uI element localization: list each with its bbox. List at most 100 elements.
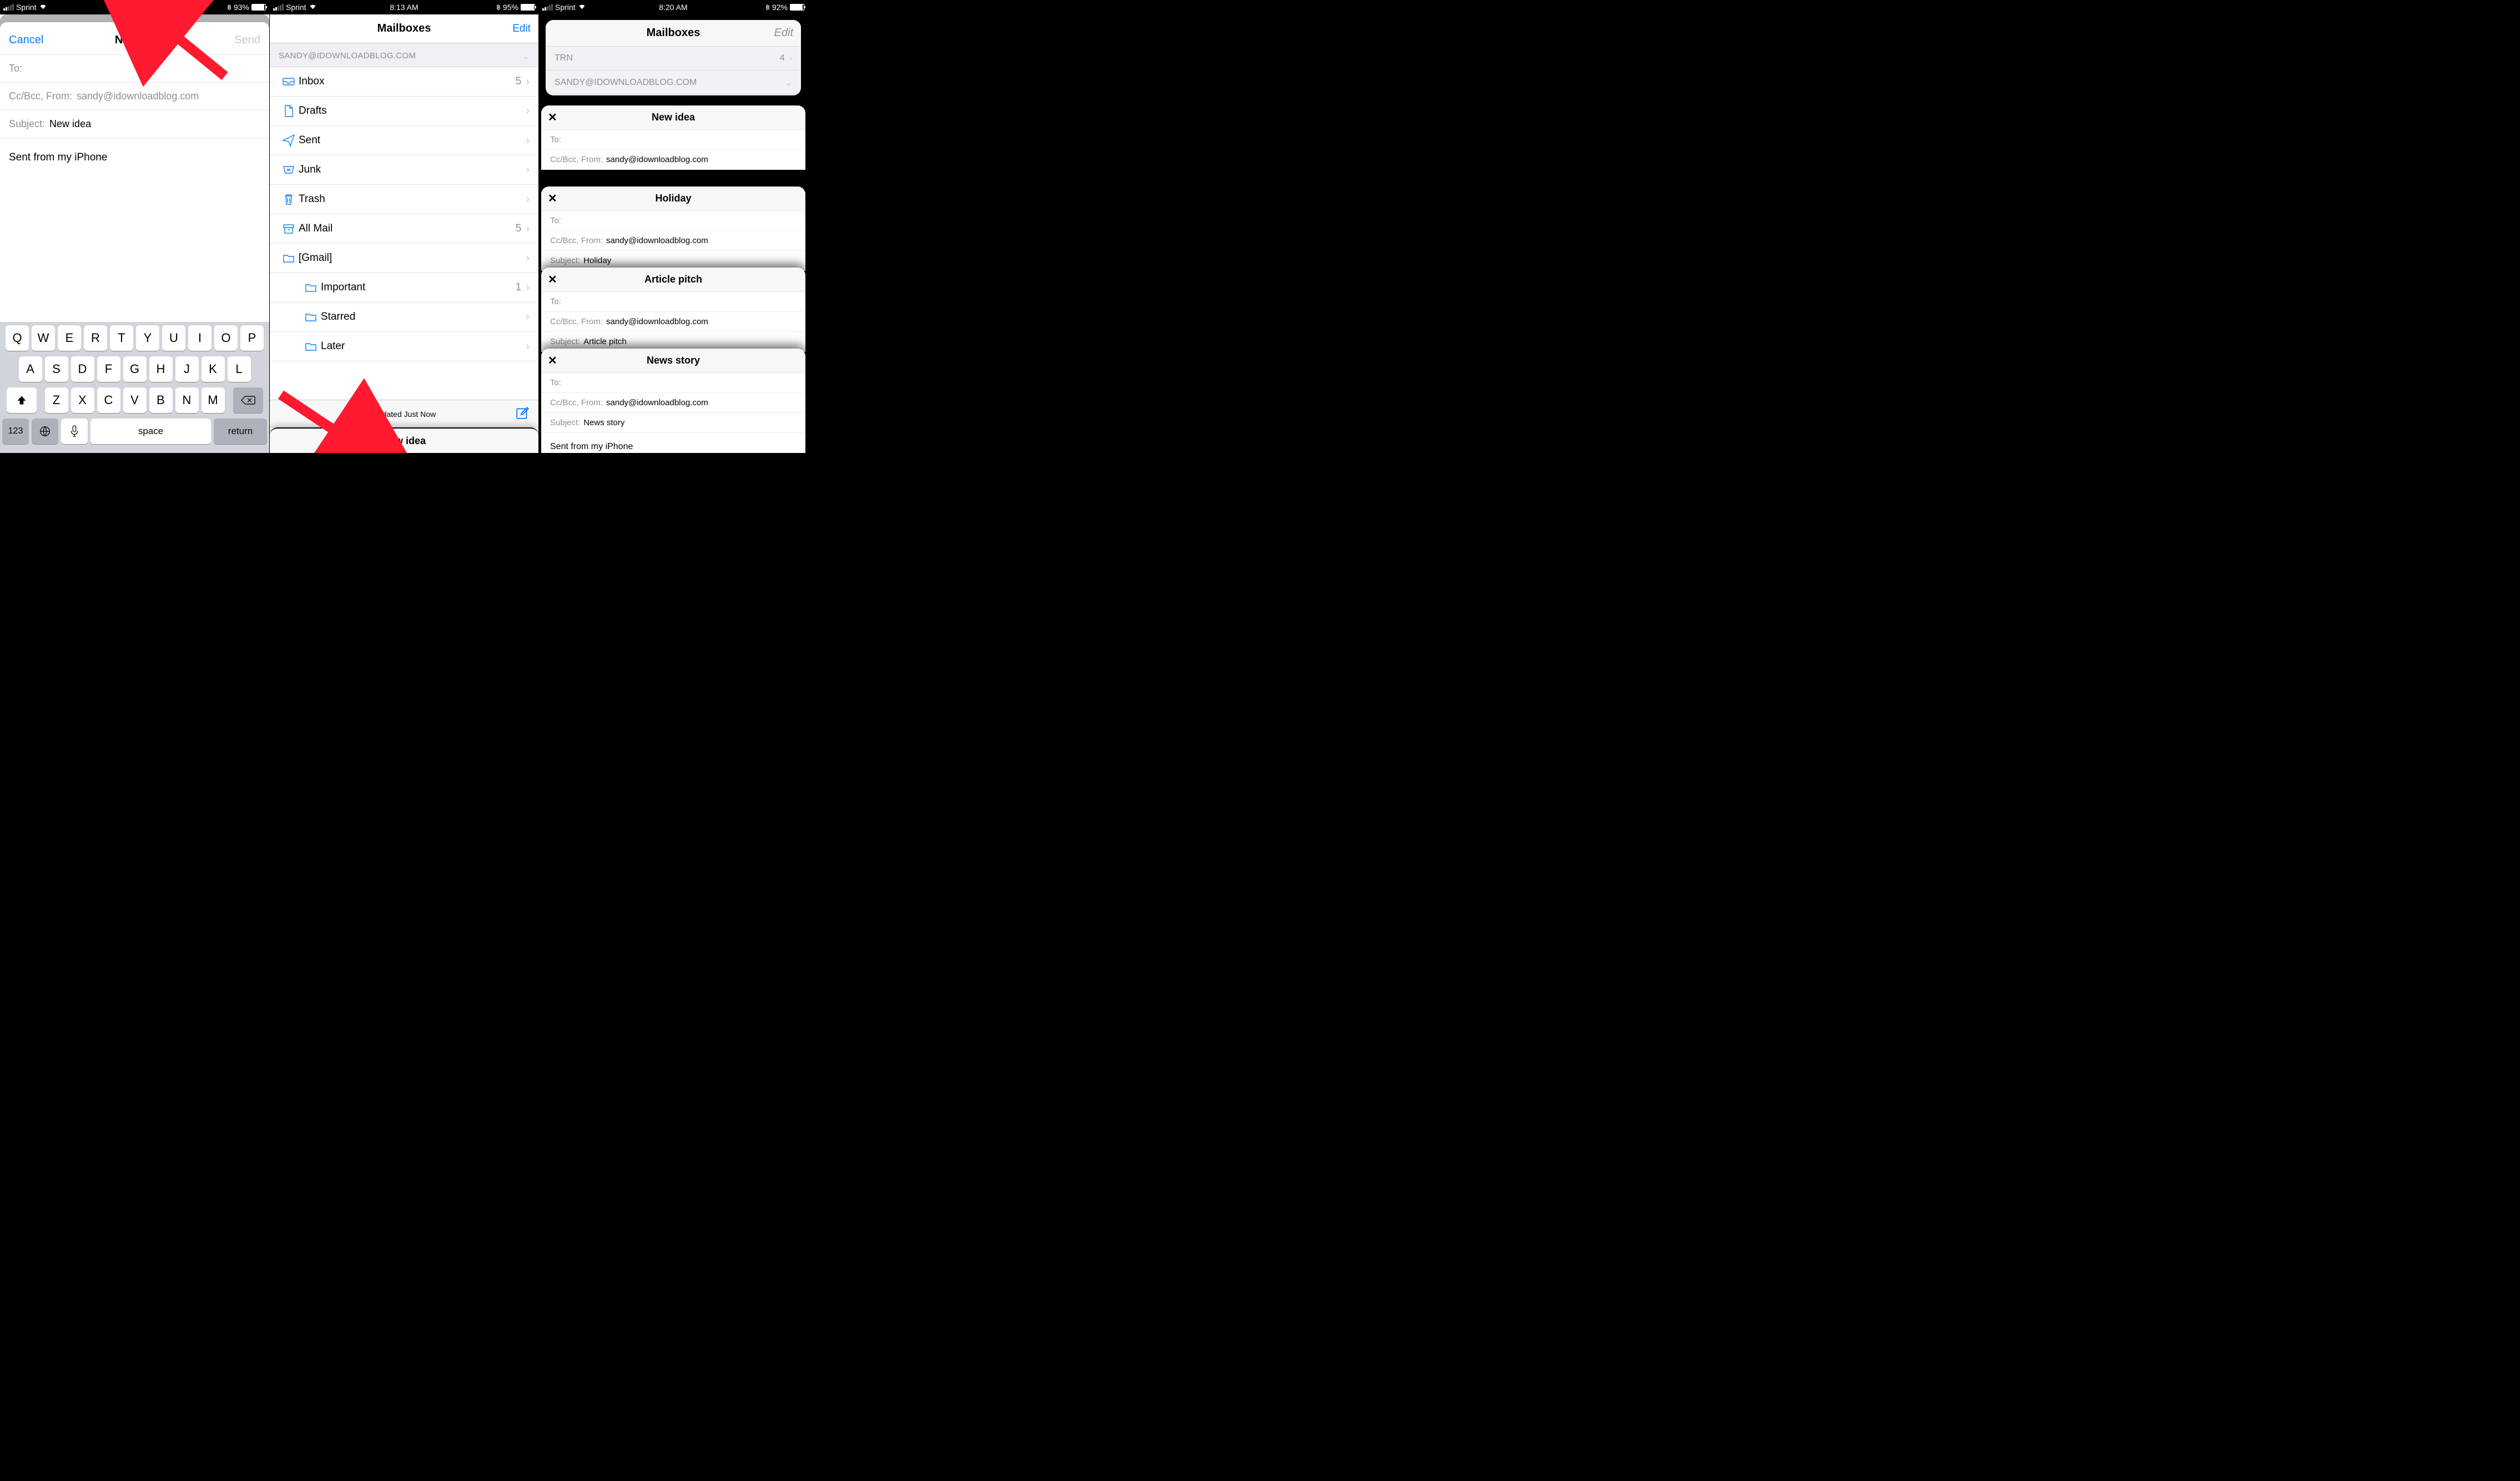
chevron-right-icon: › — [526, 75, 530, 88]
draft-card-article-pitch[interactable]: ✕Article pitch To: Cc/Bcc, From:sandy@id… — [541, 268, 805, 352]
mailbox-later[interactable]: Later › — [270, 332, 538, 361]
chevron-down-icon: ⌄ — [785, 77, 792, 88]
key-u[interactable]: U — [162, 325, 185, 351]
close-icon[interactable]: ✕ — [548, 192, 557, 205]
key-m[interactable]: M — [201, 387, 225, 413]
key-k[interactable]: K — [201, 356, 225, 382]
key-t[interactable]: T — [110, 325, 133, 351]
mailbox-label: Junk — [299, 164, 526, 176]
mailbox-trash[interactable]: Trash › — [270, 185, 538, 214]
screen-mailboxes: Sprint 8:13 AM ฿ 95% Mailboxes Edit SAND… — [269, 0, 538, 453]
chevron-right-icon: › — [526, 281, 530, 294]
key-mic[interactable] — [61, 419, 88, 444]
draft-card-new-idea[interactable]: ✕New idea To: Cc/Bcc, From:sandy@idownlo… — [541, 105, 805, 170]
draft-card-news-story[interactable]: ✕News story To: Cc/Bcc, From:sandy@idown… — [541, 349, 805, 453]
chevron-right-icon: › — [526, 311, 530, 324]
mailbox-important[interactable]: Important 1 › — [270, 273, 538, 303]
key-return[interactable]: return — [214, 419, 267, 444]
mailbox-label: All Mail — [299, 223, 516, 235]
key-v[interactable]: V — [123, 387, 147, 413]
key-h[interactable]: H — [149, 356, 173, 382]
signal-icon — [273, 4, 284, 11]
battery-label: 92% — [772, 3, 788, 12]
key-r[interactable]: R — [84, 325, 107, 351]
cancel-button[interactable]: Cancel — [9, 34, 43, 47]
minimized-draft-bar[interactable]: New idea — [270, 427, 538, 453]
trash-icon — [279, 193, 299, 206]
close-icon[interactable]: ✕ — [548, 354, 557, 367]
screen-compose: Sprint 8:16 AM ฿ 93% Cancel New idea Sen… — [0, 0, 269, 453]
compose-button[interactable] — [515, 406, 530, 422]
chevron-right-icon: › — [526, 134, 530, 147]
chevron-right-icon: › — [789, 53, 792, 63]
status-bar: Sprint 8:16 AM ฿ 93% — [0, 0, 269, 14]
key-c[interactable]: C — [97, 387, 120, 413]
key-d[interactable]: D — [71, 356, 94, 382]
mailbox-sent[interactable]: Sent › — [270, 126, 538, 155]
key-f[interactable]: F — [97, 356, 120, 382]
subject-field: Subject:News story — [541, 413, 805, 433]
chevron-right-icon: › — [526, 193, 530, 206]
mailbox-gmail[interactable]: [Gmail] › — [270, 244, 538, 273]
key-123[interactable]: 123 — [2, 419, 29, 444]
minimized-draft-title: New idea — [382, 435, 426, 447]
close-icon[interactable]: ✕ — [548, 110, 557, 124]
key-j[interactable]: J — [175, 356, 199, 382]
mailbox-drafts[interactable]: Drafts › — [270, 97, 538, 126]
key-b[interactable]: B — [149, 387, 173, 413]
subject-field[interactable]: Subject: New idea — [0, 110, 269, 138]
screen-draft-stack: Sprint 8:20 AM ฿ 92% Mailboxes Edit TRN … — [538, 0, 808, 453]
key-z[interactable]: Z — [45, 387, 68, 413]
page-title: Mailboxes — [377, 22, 431, 35]
compose-body[interactable]: Sent from my iPhone — [0, 138, 269, 177]
key-q[interactable]: Q — [6, 325, 29, 351]
draft-card-holiday[interactable]: ✕Holiday To: Cc/Bcc, From:sandy@idownloa… — [541, 187, 805, 271]
send-button[interactable]: Send — [234, 34, 260, 47]
key-l[interactable]: L — [228, 356, 251, 382]
key-p[interactable]: P — [240, 325, 264, 351]
draft-title: New idea — [652, 112, 695, 123]
mailbox-junk[interactable]: Junk › — [270, 155, 538, 185]
mailbox-starred[interactable]: Starred › — [270, 303, 538, 332]
key-g[interactable]: G — [123, 356, 147, 382]
key-w[interactable]: W — [32, 325, 55, 351]
edit-button[interactable]: Edit — [512, 23, 531, 35]
to-field: To: — [541, 373, 805, 393]
key-y[interactable]: Y — [136, 325, 159, 351]
signal-icon — [542, 4, 553, 11]
mailbox-allmail[interactable]: All Mail 5 › — [270, 214, 538, 244]
edit-button: Edit — [774, 27, 793, 39]
close-icon[interactable]: ✕ — [548, 273, 557, 286]
to-field[interactable]: To: — [0, 55, 269, 83]
mailbox-label: Drafts — [299, 105, 526, 117]
key-o[interactable]: O — [214, 325, 238, 351]
account-row-trn: TRN 4 › — [546, 47, 801, 70]
cc-field[interactable]: Cc/Bcc, From: sandy@idownloadblog.com — [0, 83, 269, 110]
keyboard: Q W E R T Y U I O P A S D F G H J K L — [0, 322, 269, 453]
key-x[interactable]: X — [71, 387, 94, 413]
key-a[interactable]: A — [19, 356, 42, 382]
draft-title: Article pitch — [644, 274, 702, 285]
cc-label: Cc/Bcc, From: — [9, 90, 72, 102]
key-shift[interactable] — [7, 387, 37, 413]
compose-sheet: Cancel New idea Send To: Cc/Bcc, From: s… — [0, 22, 269, 453]
mailboxes-back-card[interactable]: Mailboxes Edit TRN 4 › SANDY@IDOWNLOADBL… — [546, 20, 801, 95]
folder-icon — [279, 251, 299, 265]
junk-icon — [279, 163, 299, 177]
archive-icon — [279, 222, 299, 235]
mailbox-count: 1 — [516, 281, 522, 294]
key-i[interactable]: I — [188, 325, 211, 351]
key-n[interactable]: N — [175, 387, 199, 413]
key-s[interactable]: S — [45, 356, 68, 382]
chevron-right-icon: › — [526, 164, 530, 177]
key-e[interactable]: E — [58, 325, 81, 351]
mailbox-inbox[interactable]: Inbox 5 › — [270, 67, 538, 97]
folder-icon — [301, 281, 321, 294]
subject-label: Subject: — [9, 118, 45, 130]
key-space[interactable]: space — [90, 419, 211, 444]
account-header[interactable]: SANDY@IDOWNLOADBLOG.COM ⌄ — [270, 43, 538, 67]
key-delete[interactable] — [233, 387, 263, 413]
sent-icon — [279, 134, 299, 147]
key-globe[interactable] — [32, 419, 58, 444]
chevron-right-icon: › — [526, 340, 530, 353]
